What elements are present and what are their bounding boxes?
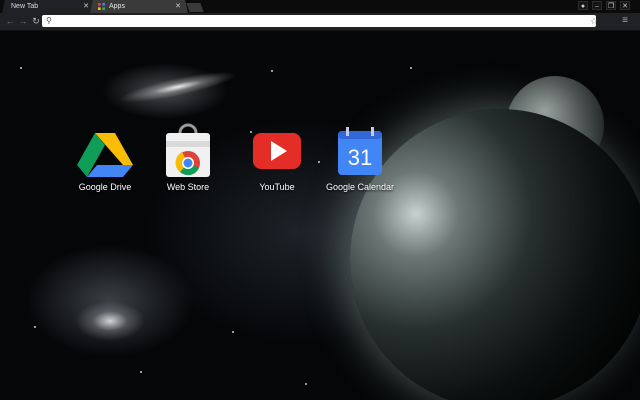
menu-icon[interactable]: ≡ <box>618 15 632 27</box>
search-icon: ⚲ <box>46 16 52 25</box>
apps-grid: Google Drive Web Store YouTube 31 Google… <box>0 31 640 400</box>
toolbar: ← → ↻ ⚲ ☆ ≡ <box>0 13 640 31</box>
browser-window: New Tab ✕ Apps ✕ ● – ❐ ✕ ← → ↻ ⚲ ☆ ≡ Goo… <box>0 0 640 400</box>
close-window-icon[interactable]: ✕ <box>620 1 630 10</box>
app-youtube[interactable]: YouTube <box>235 121 319 192</box>
app-label: Google Calendar <box>325 182 395 192</box>
google-calendar-icon: 31 <box>338 127 382 175</box>
reload-icon[interactable]: ↻ <box>30 15 42 27</box>
minimize-icon[interactable]: – <box>592 1 602 10</box>
calendar-date-text: 31 <box>348 145 372 170</box>
app-google-drive[interactable]: Google Drive <box>63 121 147 192</box>
omnibox[interactable]: ⚲ ☆ <box>42 15 598 27</box>
tab-apps[interactable]: Apps ✕ <box>90 0 188 13</box>
app-google-calendar[interactable]: 31 Google Calendar <box>318 121 402 192</box>
new-tab-page: Google Drive Web Store YouTube 31 Google… <box>0 31 640 400</box>
restore-icon[interactable]: ❐ <box>606 1 616 10</box>
user-icon[interactable]: ● <box>578 1 588 10</box>
forward-icon[interactable]: → <box>17 15 29 27</box>
address-input[interactable] <box>56 15 576 27</box>
youtube-icon <box>253 133 301 169</box>
google-drive-icon <box>77 133 133 177</box>
tab-label: Apps <box>109 3 125 10</box>
app-web-store[interactable]: Web Store <box>146 121 230 192</box>
tab-label: New Tab <box>11 3 39 10</box>
new-tab-button[interactable] <box>186 3 204 12</box>
close-icon[interactable]: ✕ <box>83 2 89 11</box>
back-icon[interactable]: ← <box>4 15 16 27</box>
web-store-icon <box>166 123 210 177</box>
tab-strip: New Tab ✕ Apps ✕ ● – ❐ ✕ <box>0 0 640 13</box>
close-icon[interactable]: ✕ <box>175 2 181 11</box>
bookmark-star-icon[interactable]: ☆ <box>590 15 598 26</box>
tab-new-tab[interactable]: New Tab ✕ <box>2 0 96 13</box>
apps-favicon-icon <box>98 3 105 10</box>
